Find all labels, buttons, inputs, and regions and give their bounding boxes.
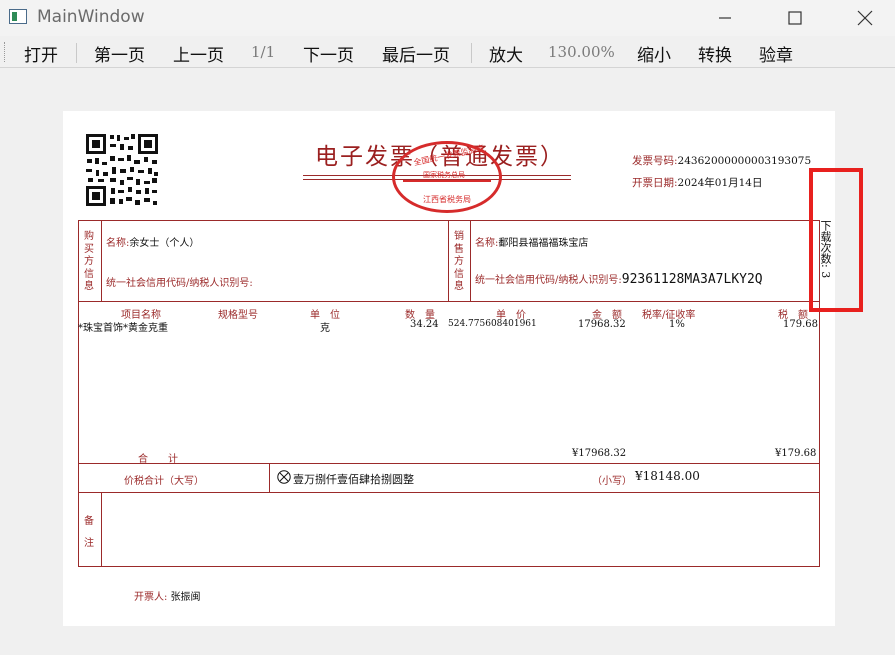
- divider: [269, 463, 270, 492]
- total-label: 价税合计（大写）: [124, 476, 204, 487]
- issuer-label: 开票人:: [134, 592, 168, 603]
- open-button[interactable]: 打开: [24, 41, 58, 66]
- next-page-button[interactable]: 下一页: [303, 41, 354, 66]
- subtotal-amount: ¥17968.32: [572, 448, 627, 459]
- item-tax: 179.68: [783, 319, 818, 330]
- download-count-value: 3: [819, 271, 832, 279]
- item-unit-price: 524.775608401961: [448, 319, 537, 329]
- first-page-button[interactable]: 第一页: [94, 41, 145, 66]
- issuer-name: 张振闽: [170, 592, 201, 603]
- divider: [101, 220, 102, 301]
- last-page-button[interactable]: 最后一页: [382, 41, 450, 66]
- verify-seal-button[interactable]: 验章: [759, 41, 793, 66]
- subtotal-tax: ¥179.68: [775, 448, 817, 459]
- stamp-text-top: 全国统一发票监制章: [412, 143, 486, 168]
- invoice-page: 电子发票（普通发票） 全国统一发票监制章 国家税务总局 江西省税务局 发票号码:…: [63, 111, 835, 626]
- divider: [470, 220, 471, 301]
- seller-name-value: 鄱阳县福福福珠宝店: [498, 238, 589, 249]
- buyer-name-label: 名称:: [106, 238, 130, 249]
- divider: [78, 463, 820, 464]
- download-count: 下载次数: 3: [818, 220, 832, 278]
- toolbar-separator: [76, 43, 77, 63]
- issuer: 开票人: 张振闽: [134, 588, 201, 603]
- item-amount: 17968.32: [578, 319, 626, 330]
- stamp-text-middle: 国家税务总局: [423, 171, 465, 179]
- item-name: *珠宝首饰*黄金克重: [78, 323, 168, 334]
- page-indicator: 1/1: [251, 43, 276, 61]
- title-bar: MainWindow: [0, 0, 895, 36]
- toolbar-grip[interactable]: [4, 42, 7, 62]
- app-icon: [9, 9, 27, 24]
- buyer-name: 名称:余女士（个人）: [106, 234, 199, 249]
- seller-name: 名称:鄱阳县福福福珠宝店: [475, 234, 588, 249]
- buyer-tax-id-label: 统一社会信用代码/纳税人识别号:: [106, 278, 253, 289]
- zoom-level: 130.00%: [548, 43, 615, 61]
- total-small-label: （小写）: [592, 476, 632, 487]
- minimize-icon: [719, 17, 731, 19]
- seller-tax-id-label: 统一社会信用代码/纳税人识别号:: [475, 275, 622, 286]
- minimize-button[interactable]: [695, 0, 755, 36]
- convert-button[interactable]: 转换: [698, 41, 732, 66]
- zoom-in-button[interactable]: 放大: [489, 41, 523, 66]
- divider: [78, 301, 820, 302]
- issue-date-label: 开票日期:: [632, 177, 678, 189]
- seller-tax-id: 统一社会信用代码/纳税人识别号:92361128MA3A7LKY2Q: [475, 271, 763, 287]
- toolbar: 打开 第一页 上一页 1/1 下一页 最后一页 放大 130.00% 缩小 转换…: [0, 36, 895, 68]
- maximize-button[interactable]: [765, 0, 825, 36]
- qr-code: [84, 132, 160, 208]
- total-small-value: ¥18148.00: [635, 469, 700, 483]
- maximize-icon: [788, 11, 802, 25]
- seller-tax-id-value: 92361128MA3A7LKY2Q: [621, 272, 763, 287]
- close-icon: [857, 10, 873, 26]
- download-count-label: 下载次数:: [819, 220, 832, 268]
- circle-x-icon: [277, 470, 291, 484]
- buyer-section-label: 购买方信息: [84, 231, 94, 292]
- toolbar-separator: [471, 43, 472, 63]
- window-title: MainWindow: [37, 7, 145, 27]
- close-button[interactable]: [835, 0, 895, 36]
- invoice-number-label: 发票号码:: [632, 155, 678, 167]
- stamp-text-bottom: 江西省税务局: [423, 195, 471, 204]
- item-unit: 克: [320, 323, 330, 334]
- issue-date-value: 2024年01月14日: [677, 177, 763, 189]
- zoom-out-button[interactable]: 缩小: [637, 41, 671, 66]
- tax-seal-stamp: 全国统一发票监制章 国家税务总局 江西省税务局: [392, 141, 502, 213]
- item-quantity: 34.24: [410, 319, 439, 330]
- col-spec: 规格型号: [218, 310, 258, 321]
- total-in-words: 壹万捌仟壹佰肆拾捌圆整: [293, 473, 414, 486]
- seller-name-label: 名称:: [475, 238, 499, 249]
- invoice-number: 发票号码:24362000000003193075: [632, 153, 811, 168]
- seller-section-label: 销售方信息: [454, 231, 464, 292]
- item-tax-rate: 1%: [669, 319, 685, 330]
- buyer-name-value: 余女士（个人）: [129, 238, 200, 249]
- divider: [101, 492, 102, 567]
- remarks-label: 备注: [84, 516, 94, 549]
- divider: [448, 220, 449, 301]
- divider: [78, 492, 820, 493]
- issue-date: 开票日期:2024年01月14日: [632, 175, 763, 190]
- prev-page-button[interactable]: 上一页: [173, 41, 224, 66]
- invoice-number-value: 24362000000003193075: [677, 155, 812, 167]
